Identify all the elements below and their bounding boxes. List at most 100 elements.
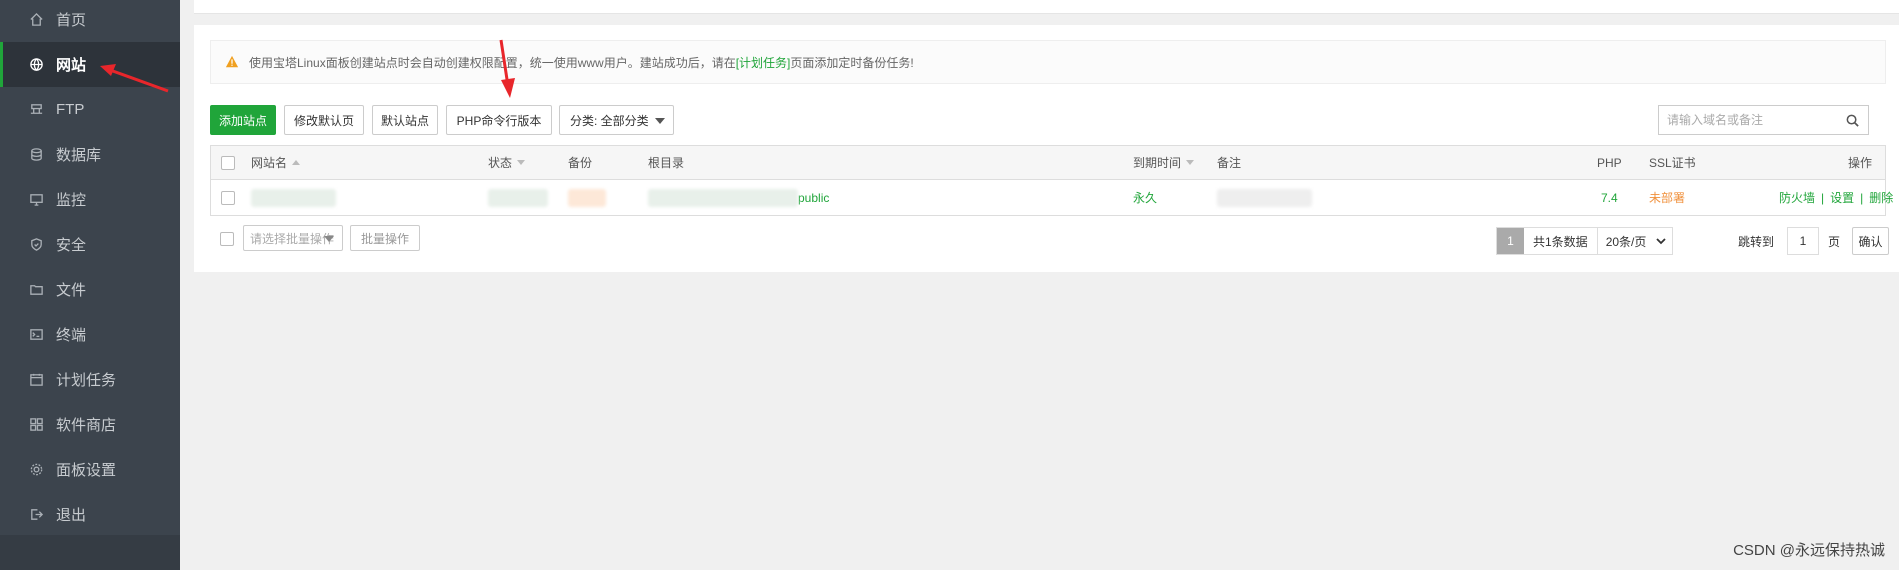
terminal-icon bbox=[28, 327, 44, 343]
jump-to-label: 跳转到 bbox=[1738, 235, 1775, 249]
select-all-checkbox[interactable] bbox=[221, 155, 235, 170]
annotation-arrow-php bbox=[499, 39, 515, 98]
sidebar-item-label: 数据库 bbox=[56, 147, 102, 164]
ssl-status[interactable]: 未部署 bbox=[1649, 180, 1685, 215]
sort-asc-icon bbox=[292, 160, 301, 165]
firewall-link[interactable]: 防火墙 bbox=[1779, 189, 1815, 206]
bulk-action-placeholder: 请选择批量操作 bbox=[250, 231, 335, 246]
backup-redacted[interactable] bbox=[568, 188, 606, 207]
sidebar-item-label: 安全 bbox=[56, 237, 87, 254]
warning-icon bbox=[225, 55, 239, 68]
sidebar-item-security[interactable]: 安全 bbox=[0, 222, 180, 267]
search-icon[interactable] bbox=[1845, 113, 1860, 128]
expire-value[interactable]: 永久 bbox=[1133, 180, 1157, 215]
bulk-action-button[interactable]: 批量操作 bbox=[350, 225, 420, 251]
sidebar-item-settings[interactable]: 面板设置 bbox=[0, 447, 180, 492]
sidebar-item-cron[interactable]: 计划任务 bbox=[0, 357, 180, 402]
row-checkbox[interactable] bbox=[221, 190, 235, 205]
calendar-icon bbox=[28, 372, 44, 388]
header-php: PHP bbox=[1597, 155, 1622, 170]
sidebar-item-monitor[interactable]: 监控 bbox=[0, 177, 180, 222]
jump-page-input[interactable]: 1 bbox=[1787, 227, 1819, 255]
header-ssl: SSL证书 bbox=[1649, 156, 1696, 170]
ftp-icon bbox=[28, 102, 44, 118]
remark-redacted[interactable] bbox=[1217, 188, 1312, 207]
home-icon bbox=[28, 12, 44, 28]
sidebar-item-label: 监控 bbox=[56, 192, 87, 209]
sidebar-item-label: 面板设置 bbox=[56, 462, 117, 479]
sidebar-item-store[interactable]: 软件商店 bbox=[0, 402, 180, 447]
annotation-arrow-sidebar bbox=[100, 64, 169, 93]
header-actions: 操作 bbox=[1848, 156, 1873, 170]
sort-desc-icon bbox=[517, 160, 526, 165]
chevron-down-icon bbox=[324, 236, 334, 242]
per-page-select[interactable]: 20条/页 bbox=[1598, 228, 1673, 254]
category-select[interactable]: 分类: 全部分类 bbox=[559, 105, 674, 135]
sidebar-item-files[interactable]: 文件 bbox=[0, 267, 180, 312]
monitor-icon bbox=[28, 192, 44, 208]
root-dir-suffix: public bbox=[798, 190, 830, 205]
chevron-down-icon bbox=[655, 118, 665, 124]
sidebar-item-label: 首页 bbox=[56, 12, 87, 29]
table-row: public 永久 7.4 未部署 防火墙 | 设置 | 删除 bbox=[210, 180, 1893, 216]
sidebar-item-label: 计划任务 bbox=[56, 372, 117, 389]
total-count: 共1条数据 bbox=[1524, 228, 1598, 254]
database-icon bbox=[28, 147, 44, 163]
sidebar-item-label: 网站 bbox=[56, 57, 87, 74]
root-dir-redacted bbox=[648, 188, 798, 207]
table-header: 网站名 状态 备份 根目录 到期时间 备注 PHP SSL证书 操作 bbox=[210, 145, 1886, 180]
header-site-name[interactable]: 网站名 bbox=[251, 146, 301, 179]
php-cli-version-button[interactable]: PHP命令行版本 bbox=[446, 105, 552, 135]
notice-bar: 使用宝塔Linux面板创建站点时会自动创建权限配置，统一使用www用户。建站成功… bbox=[210, 40, 1886, 84]
sidebar-bottom bbox=[0, 535, 180, 570]
shield-icon bbox=[28, 237, 44, 253]
sidebar-item-database[interactable]: 数据库 bbox=[0, 132, 180, 177]
bulk-action-select[interactable]: 请选择批量操作 bbox=[243, 225, 343, 251]
sidebar-item-terminal[interactable]: 终端 bbox=[0, 312, 180, 357]
modify-default-page-button[interactable]: 修改默认页 bbox=[284, 105, 364, 135]
delete-link[interactable]: 删除 bbox=[1869, 189, 1893, 206]
notice-text: 使用宝塔Linux面板创建站点时会自动创建权限配置，统一使用www用户。建站成功… bbox=[249, 55, 736, 70]
header-backup: 备份 bbox=[568, 156, 593, 170]
sidebar-item-label: FTP bbox=[56, 101, 85, 118]
gear-icon bbox=[28, 462, 44, 478]
header-expire[interactable]: 到期时间 bbox=[1133, 146, 1195, 179]
php-version[interactable]: 7.4 bbox=[1601, 180, 1618, 215]
confirm-button[interactable]: 确认 bbox=[1852, 227, 1889, 255]
root-dir-cell[interactable]: public bbox=[648, 180, 829, 215]
sidebar-item-label: 退出 bbox=[56, 507, 87, 524]
header-status[interactable]: 状态 bbox=[488, 146, 526, 179]
page-suffix-label: 页 bbox=[1828, 235, 1841, 249]
settings-link[interactable]: 设置 bbox=[1830, 189, 1854, 206]
header-remark: 备注 bbox=[1217, 156, 1242, 170]
divider: | bbox=[1821, 190, 1825, 205]
default-site-button[interactable]: 默认站点 bbox=[372, 105, 438, 135]
notice-text-after: 页面添加定时备份任务! bbox=[790, 55, 914, 70]
search-box bbox=[1658, 105, 1869, 135]
add-site-button[interactable]: 添加站点 bbox=[210, 105, 276, 135]
sort-desc-icon bbox=[1186, 160, 1195, 165]
logout-icon bbox=[28, 507, 44, 523]
sidebar-item-label: 软件商店 bbox=[56, 417, 117, 434]
globe-icon bbox=[28, 57, 44, 73]
bulk-select-checkbox[interactable] bbox=[220, 232, 234, 246]
site-name-redacted[interactable] bbox=[251, 188, 336, 207]
divider: | bbox=[1860, 190, 1864, 205]
folder-icon bbox=[28, 282, 44, 298]
sidebar-item-home[interactable]: 首页 bbox=[0, 0, 180, 42]
cron-link[interactable]: [计划任务] bbox=[736, 54, 791, 71]
pagination: 1 共1条数据 20条/页 bbox=[1496, 227, 1674, 255]
header-root-dir: 根目录 bbox=[648, 156, 685, 170]
grid-icon bbox=[28, 417, 44, 433]
top-card bbox=[194, 0, 1899, 14]
category-select-value: 分类: 全部分类 bbox=[570, 113, 649, 128]
sidebar-item-label: 文件 bbox=[56, 282, 87, 299]
watermark: CSDN @永远保持热诚 bbox=[1733, 542, 1885, 559]
chevron-down-icon bbox=[1656, 238, 1667, 245]
sidebar-item-logout[interactable]: 退出 bbox=[0, 492, 180, 537]
page-number-current[interactable]: 1 bbox=[1497, 228, 1524, 254]
sidebar-item-label: 终端 bbox=[56, 327, 87, 344]
main-panel: 使用宝塔Linux面板创建站点时会自动创建权限配置，统一使用www用户。建站成功… bbox=[194, 25, 1899, 272]
search-input[interactable] bbox=[1667, 113, 1837, 127]
status-redacted[interactable] bbox=[488, 188, 548, 207]
